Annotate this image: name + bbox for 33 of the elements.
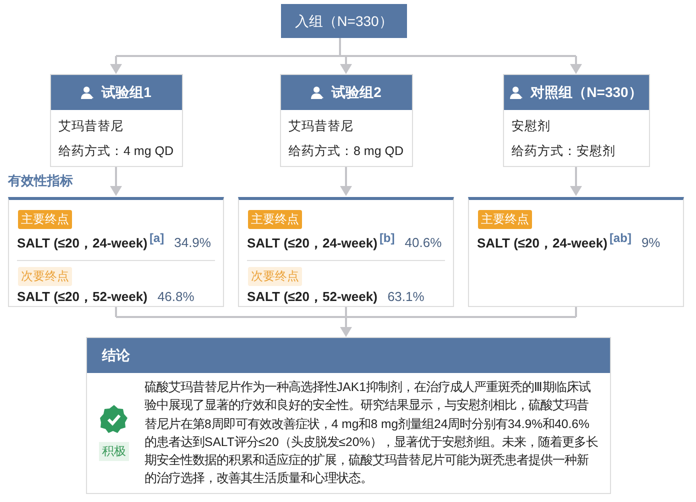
dosing-text: 给药方式：安慰剂 [512,143,616,160]
secondary-endpoint-tag: 次要终点 [18,267,72,286]
entry-node: 入组（N=330） [281,4,407,38]
connector-arrow [110,167,122,196]
connector-arrow [340,167,352,196]
person-icon [510,86,523,99]
group-title: 试验组1 [102,84,152,102]
person-icon [310,86,324,99]
drug-name: 安慰剂 [512,118,552,135]
endpoint-metric: SALT (≤20，52-week) [17,288,148,306]
primary-endpoint-tag: 主要终点 [248,210,302,229]
primary-endpoint-tag: 主要终点 [18,210,72,229]
group-title: 对照组（N=330） [530,84,642,102]
endpoint-value: 63.1% [387,289,424,304]
endpoint-value: 9% [641,235,660,250]
endpoint-metric: SALT (≤20，52-week) [247,288,378,306]
group-title: 试验组2 [332,84,382,102]
endpoint-value: 34.9% [174,235,211,250]
dosing-text: 给药方式：4 mg QD [58,143,174,160]
conclusion-text: 硫酸艾玛昔替尼片作为一种高选择性JAK1抑制剂，在治疗成人严重斑秃的Ⅲ期临床试验中展现了显著的疗效和良好的安全性。研究结果显示，与安慰剂相比，硫酸艾玛昔替尼片在第8周即可有效改善症状，4 mg和8 mg剂量组24周时分别有34.9%和40.6%的患者达到SALT评分≤20（头皮脱发≤20%），显著优于安慰剂组。未来，随着更多长期安全性数据的积累和适应症的扩展，硫酸艾玛昔替尼片可能为斑秃患者提供一种新的治疗选择，改善其生活质量和心理状态。 [144,379,600,488]
connector-arrow [570,167,582,196]
section-label: 有效性指标 [8,172,73,190]
conclusion-title: 结论 [102,346,130,364]
check-badge-icon [98,404,129,434]
secondary-endpoint-tag: 次要终点 [248,267,302,286]
drug-name: 艾玛昔替尼 [288,118,354,135]
primary-endpoint-tag: 主要终点 [478,210,532,229]
endpoint-value: 46.8% [157,289,194,304]
verdict-label: 积极 [98,442,129,462]
endpoint-value: 40.6% [404,235,442,250]
person-icon [80,86,94,99]
drug-name: 艾玛昔替尼 [58,118,124,135]
dosing-text: 给药方式：8 mg QD [288,143,404,160]
